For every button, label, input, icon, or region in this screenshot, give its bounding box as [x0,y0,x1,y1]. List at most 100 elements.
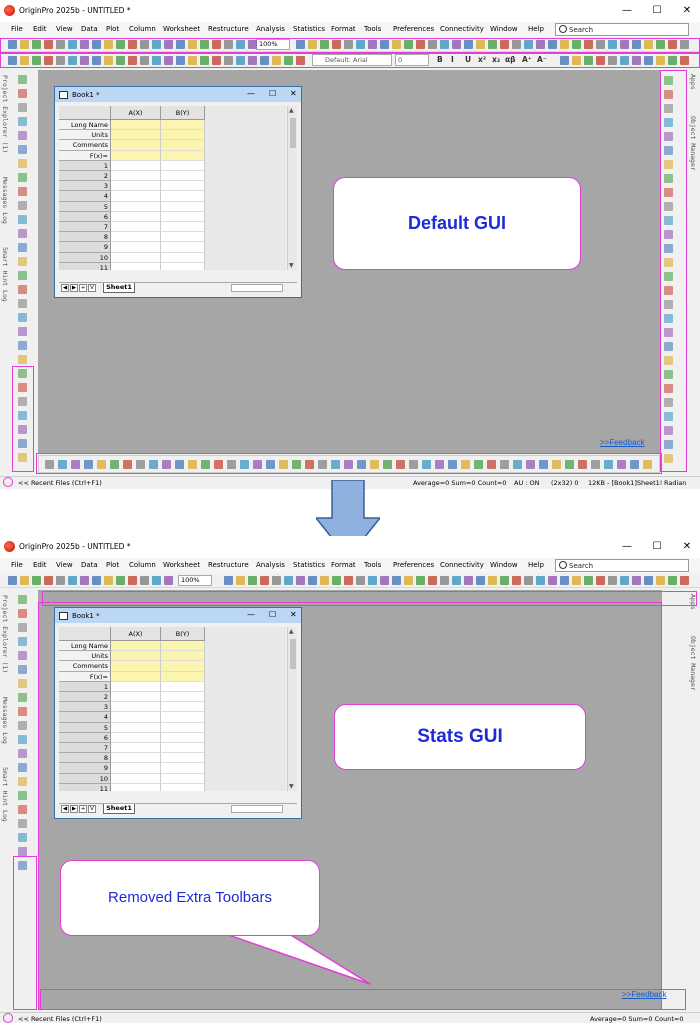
worksheet-cell[interactable] [161,201,205,212]
menu-help[interactable]: Help [528,25,544,33]
worksheet-cell[interactable] [111,671,161,682]
tab-smart-hint-log[interactable]: Smart Hint Log [1,247,9,302]
row-number[interactable]: 5 [59,201,111,212]
plot-button-icon[interactable] [331,460,340,469]
plot-button-icon[interactable] [110,460,119,469]
worksheet-cell[interactable] [161,763,205,774]
tool-button-icon[interactable] [18,369,27,378]
menu-tools[interactable]: Tools [364,25,381,33]
tool-button-icon[interactable] [18,145,27,154]
sheet-next-button[interactable]: ▶ [70,805,78,813]
tool-button-icon[interactable] [664,132,673,141]
plot-button-icon[interactable] [461,460,470,469]
plot-button-icon[interactable] [591,460,600,469]
toolbar-button-icon[interactable] [260,56,269,65]
scroll-thumb[interactable] [290,639,296,669]
toolbar-button-icon[interactable] [20,56,29,65]
book-maximize-button[interactable]: ☐ [269,88,276,100]
book-window[interactable]: Book1 * — ☐ ✕ A(X) B(Y) Long Name Units Co… [54,86,302,298]
worksheet-grid[interactable]: A(X) B(Y) Long Name Units Comments F(x)= 1 2 3… [59,106,286,270]
scroll-thumb[interactable] [290,118,296,148]
tool-button-icon[interactable] [18,187,27,196]
menu-file[interactable]: File [11,561,23,569]
tool-button-icon[interactable] [18,341,27,350]
worksheet-cell[interactable] [111,702,161,713]
meta-row-label[interactable]: F(x)= [59,150,111,161]
worksheet-cell[interactable] [161,661,205,672]
toolbar-button-icon[interactable] [368,576,377,585]
tool-button-icon[interactable] [664,160,673,169]
maximize-button[interactable]: ☐ [650,540,664,554]
meta-row-label[interactable]: Units [59,651,111,662]
close-button[interactable]: ✕ [680,540,694,554]
tool-button-icon[interactable] [18,299,27,308]
zoom-combo[interactable]: 100% [178,575,212,586]
toolbar-button-icon[interactable] [8,576,17,585]
toolbar-button-icon[interactable] [428,576,437,585]
book-close-button[interactable]: ✕ [290,88,297,100]
status-au[interactable]: AU : ON [514,479,540,487]
tool-button-icon[interactable] [18,439,27,448]
plot-button-icon[interactable] [214,460,223,469]
tool-button-icon[interactable] [664,314,673,323]
menu-data[interactable]: Data [81,561,98,569]
plot-button-icon[interactable] [539,460,548,469]
corner-header[interactable] [59,627,111,641]
tool-button-icon[interactable] [18,173,27,182]
row-number[interactable]: 9 [59,763,111,774]
tool-button-icon[interactable] [664,412,673,421]
toolbar-button-icon[interactable] [476,576,485,585]
add-sheet-button[interactable]: + [79,805,87,813]
tool-button-icon[interactable] [664,258,673,267]
toolbar-button-icon[interactable] [548,40,557,49]
tool-button-icon[interactable] [18,425,27,434]
row-number[interactable]: 8 [59,232,111,243]
scroll-up-icon[interactable]: ▲ [289,628,294,635]
tool-button-icon[interactable] [18,721,27,730]
toolbar-button-icon[interactable] [320,576,329,585]
tool-button-icon[interactable] [18,679,27,688]
toolbar-button-icon[interactable] [332,576,341,585]
vertical-scrollbar[interactable]: ▲ ▼ [287,106,297,270]
tool-button-icon[interactable] [18,89,27,98]
toolbar-button-icon[interactable] [668,56,677,65]
toolbar-button-icon[interactable] [392,40,401,49]
meta-row-label[interactable]: Comments [59,140,111,151]
tool-button-icon[interactable] [664,244,673,253]
superscript-button[interactable]: x² [478,55,486,64]
plot-button-icon[interactable] [578,460,587,469]
plot-button-icon[interactable] [565,460,574,469]
row-number[interactable]: 11 [59,262,111,270]
toolbar-button-icon[interactable] [392,576,401,585]
worksheet-cell[interactable] [161,681,205,692]
plot-button-icon[interactable] [422,460,431,469]
toolbar-button-icon[interactable] [344,576,353,585]
toolbar-button-icon[interactable] [80,576,89,585]
toolbar-button-icon[interactable] [320,40,329,49]
toolbar-button-icon[interactable] [308,576,317,585]
plot-button-icon[interactable] [630,460,639,469]
menu-connectivity[interactable]: Connectivity [440,25,484,33]
tool-button-icon[interactable] [664,454,673,463]
toolbar-button-icon[interactable] [500,576,509,585]
sheet-tab-sheet1[interactable]: Sheet1 [103,283,135,293]
row-number[interactable]: 6 [59,211,111,222]
feedback-link[interactable]: >>Feedback [600,438,644,447]
row-number[interactable]: 2 [59,171,111,182]
status-unit[interactable]: Radian [664,479,686,487]
toolbar-button-icon[interactable] [44,56,53,65]
plot-button-icon[interactable] [71,460,80,469]
worksheet-cell[interactable] [111,692,161,703]
toolbar-button-icon[interactable] [560,576,569,585]
toolbar-button-icon[interactable] [368,40,377,49]
toolbar-button-icon[interactable] [464,40,473,49]
toolbar-button-icon[interactable] [296,40,305,49]
row-number[interactable]: 5 [59,722,111,733]
plot-button-icon[interactable] [409,460,418,469]
tool-button-icon[interactable] [18,215,27,224]
worksheet-cell[interactable] [111,773,161,784]
worksheet-grid[interactable]: A(X) B(Y) Long Name Units Comments F(x)= 1 2 3… [59,627,286,791]
horizontal-scrollbar[interactable] [231,805,283,813]
worksheet-cell[interactable] [161,743,205,754]
toolbar-button-icon[interactable] [260,576,269,585]
